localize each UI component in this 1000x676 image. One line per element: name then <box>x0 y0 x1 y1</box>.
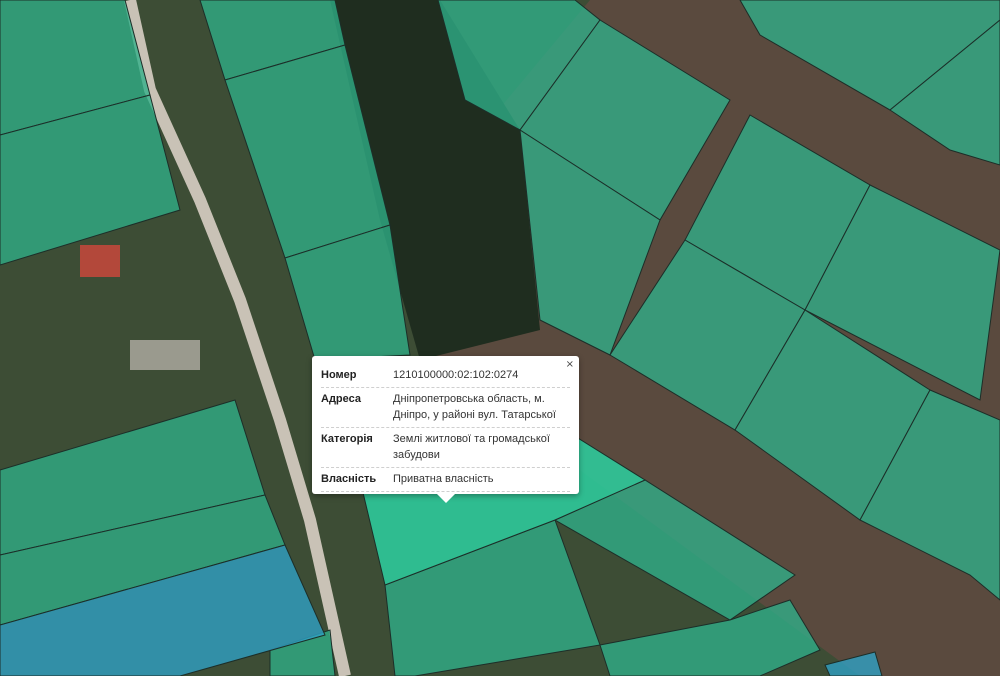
info-key: Номер <box>321 369 357 381</box>
parcel-info-popup: × Номер 1210100000:02:102:0274 Адреса Дн… <box>312 356 579 503</box>
map-canvas[interactable] <box>0 0 1000 676</box>
close-icon[interactable]: × <box>566 359 574 371</box>
info-row-ownership: Власність Приватна власність <box>321 468 570 492</box>
info-row-number: Номер 1210100000:02:102:0274 <box>321 364 570 388</box>
info-key: Власність <box>321 473 377 485</box>
info-key: Категорія <box>321 433 373 445</box>
info-row-address: Адреса Дніпропетровська область, м. Дніп… <box>321 388 570 428</box>
info-value: Приватна власність <box>393 473 494 485</box>
info-value: 1210100000:02:102:0274 <box>393 369 519 381</box>
info-key: Адреса <box>321 393 361 405</box>
house-roof <box>80 245 120 277</box>
info-row-category: Категорія Землі житлової та громадської … <box>321 428 570 468</box>
info-value: Землі житлової та громадської забудови <box>393 433 550 461</box>
house-roof <box>130 340 200 370</box>
popup-pointer <box>437 494 455 503</box>
info-value: Дніпропетровська область, м. Дніпро, у р… <box>393 393 556 421</box>
